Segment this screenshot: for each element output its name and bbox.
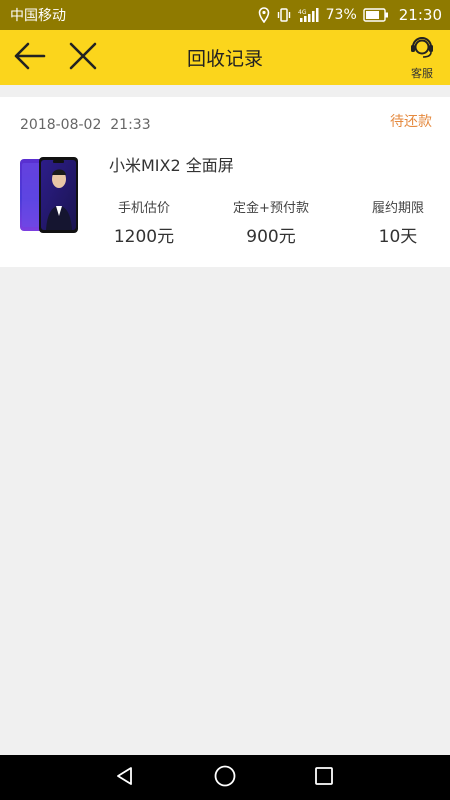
triangle-back-icon bbox=[114, 765, 136, 791]
stat-estimate: 手机估价 1200元 bbox=[108, 197, 180, 247]
stat-deposit: 定金+预付款 900元 bbox=[226, 197, 316, 247]
product-name: 小米MIX2 全面屏 bbox=[109, 156, 234, 175]
product-image bbox=[19, 157, 79, 233]
location-icon bbox=[258, 7, 270, 23]
stat-value: 10天 bbox=[378, 227, 418, 247]
status-badge: 待还款 bbox=[390, 114, 432, 130]
stat-value: 900元 bbox=[246, 227, 296, 247]
record-datetime: 2018-08-02 21:33 bbox=[20, 117, 151, 133]
vibrate-icon bbox=[276, 7, 292, 23]
stat-label: 手机估价 bbox=[117, 201, 170, 216]
status-bar: 中国移动 4G 73% 21:30 bbox=[0, 0, 450, 30]
stat-label: 定金+预付款 bbox=[233, 201, 309, 216]
app-header: 回收记录 客服 bbox=[0, 30, 450, 85]
circle-home-icon bbox=[213, 764, 237, 792]
recycle-record-card[interactable]: 2018-08-02 21:33 待还款 小米MIX2 全面屏 手机估价 120… bbox=[0, 97, 450, 267]
svg-text:4G: 4G bbox=[298, 9, 307, 16]
status-icons: 4G 73% 21:30 bbox=[258, 6, 442, 24]
battery-icon bbox=[363, 8, 389, 22]
square-recent-icon bbox=[313, 765, 335, 791]
nav-back-button[interactable] bbox=[95, 755, 155, 800]
stat-value: 1200元 bbox=[113, 227, 175, 247]
arrow-left-icon bbox=[12, 41, 46, 75]
signal-icon: 4G bbox=[298, 7, 320, 23]
stat-label: 履约期限 bbox=[371, 201, 424, 216]
close-icon bbox=[68, 41, 98, 75]
battery-percent: 73% bbox=[325, 7, 357, 23]
headset-icon bbox=[409, 34, 435, 64]
nav-recent-button[interactable] bbox=[294, 755, 354, 800]
close-button[interactable] bbox=[58, 30, 108, 85]
back-button[interactable] bbox=[4, 30, 54, 85]
nav-home-button[interactable] bbox=[195, 755, 255, 800]
system-nav-bar bbox=[0, 755, 450, 800]
stat-term: 履约期限 10天 bbox=[362, 197, 434, 247]
carrier-name: 中国移动 bbox=[10, 8, 66, 24]
customer-service-button[interactable]: 客服 bbox=[404, 34, 440, 80]
service-label: 客服 bbox=[411, 67, 433, 80]
clock: 21:30 bbox=[398, 6, 442, 24]
